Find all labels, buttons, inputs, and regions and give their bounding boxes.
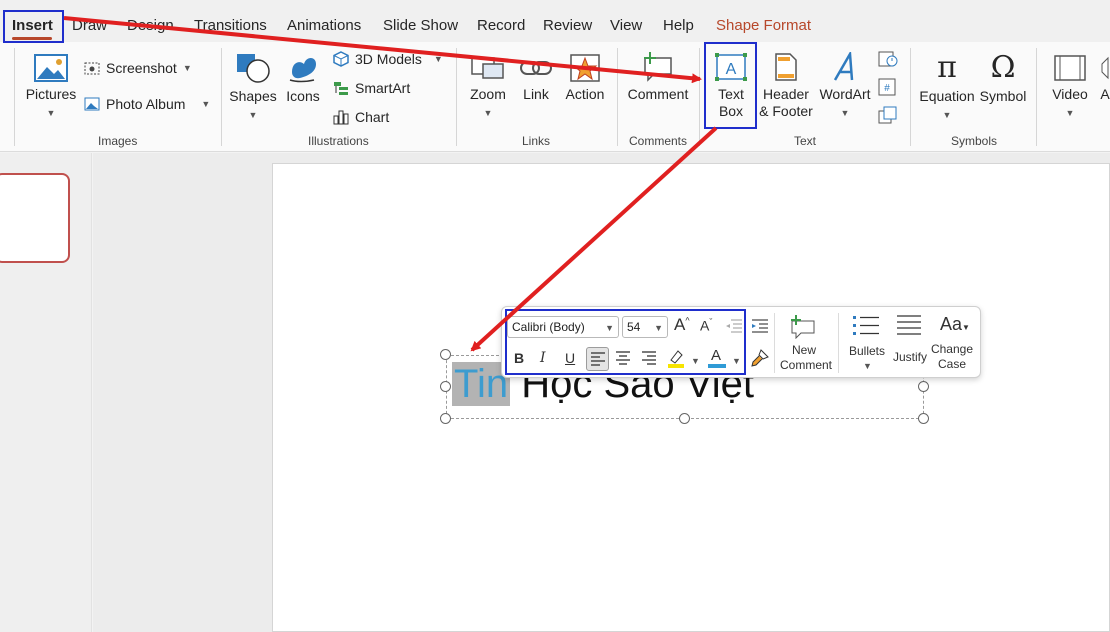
annotation-arrows — [63, 16, 718, 352]
arrow-insert-to-textbox — [63, 16, 702, 84]
arrow-textbox-to-slide — [470, 126, 718, 352]
